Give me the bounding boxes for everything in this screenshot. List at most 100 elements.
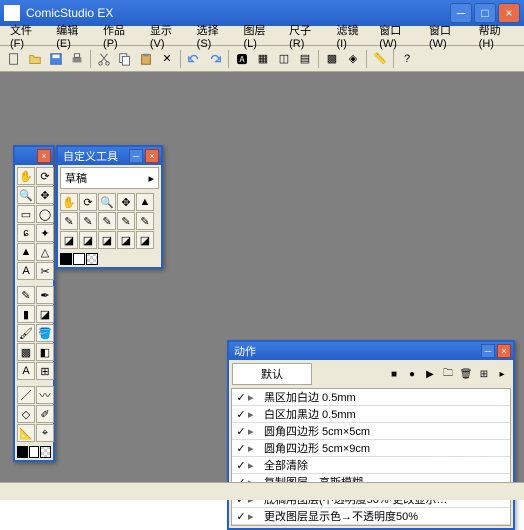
actions-new-icon[interactable]: ⊞: [476, 366, 492, 382]
toolbar-new-icon[interactable]: [4, 49, 24, 69]
tool-arrow-black-icon[interactable]: ▲: [17, 243, 35, 261]
tool-move-icon[interactable]: ✥: [36, 186, 54, 204]
menu-file[interactable]: 文件(F): [4, 20, 50, 52]
menu-help[interactable]: 帮助(H): [473, 20, 520, 52]
tool-marker-icon[interactable]: ▮: [17, 305, 35, 323]
tool-pen-icon[interactable]: ✒: [36, 286, 54, 304]
custom-tools-close[interactable]: ×: [145, 149, 159, 163]
tool-pattern-icon[interactable]: ▩: [17, 343, 35, 361]
ct-arrow-icon[interactable]: ▲: [136, 193, 154, 211]
tool-gradient-icon[interactable]: ◧: [36, 343, 54, 361]
actions-trash-icon[interactable]: 🗑: [458, 366, 474, 382]
action-checkbox-icon[interactable]: ✓: [234, 408, 248, 421]
tool-ruler2-icon[interactable]: 📐: [17, 424, 35, 442]
action-checkbox-icon[interactable]: ✓: [234, 459, 248, 472]
action-row[interactable]: ✓▸圆角四边形 5cm×5cm: [232, 423, 510, 440]
tool-brush-icon[interactable]: 🖌: [17, 324, 35, 342]
ct-eraser4-icon[interactable]: ◪: [117, 231, 135, 249]
tool-hand-icon[interactable]: ✋: [17, 167, 35, 185]
tool-arrow-white-icon[interactable]: △: [36, 243, 54, 261]
tool-eraser-icon[interactable]: ◪: [36, 305, 54, 323]
swatch-black[interactable]: [17, 446, 28, 458]
action-row[interactable]: ✓▸更改图层显示色→不透明度50%: [232, 508, 510, 525]
action-checkbox-icon[interactable]: ✓: [234, 425, 248, 438]
ct-pencil4-icon[interactable]: ✎: [117, 212, 135, 230]
tool-lasso-icon[interactable]: ɕ: [17, 224, 35, 242]
custom-tools-minimize[interactable]: －: [129, 149, 143, 163]
actions-play-icon[interactable]: ▶: [422, 366, 438, 382]
ct-rotate-icon[interactable]: ⟳: [79, 193, 97, 211]
toolbar-btn5[interactable]: ▤: [295, 49, 315, 69]
ct-move-icon[interactable]: ✥: [117, 193, 135, 211]
action-checkbox-icon[interactable]: ✓: [234, 391, 248, 404]
action-row[interactable]: ✓▸黑区加白边 0.5mm: [232, 389, 510, 406]
action-row[interactable]: ✓▸白区加黑边 0.5mm: [232, 406, 510, 423]
toolbar-layers-icon[interactable]: ◫: [274, 49, 294, 69]
tool-zoom-icon[interactable]: 🔍: [17, 186, 35, 204]
toolbar-delete-icon[interactable]: ✕: [157, 49, 177, 69]
actions-menu-icon[interactable]: ▸: [494, 366, 510, 382]
tool-curve-icon[interactable]: 〰: [36, 386, 54, 404]
toolbar-save-icon[interactable]: [46, 49, 66, 69]
tool-line-icon[interactable]: ／: [17, 386, 35, 404]
swatch-transparent[interactable]: [40, 446, 51, 458]
ct-pencil5-icon[interactable]: ✎: [136, 212, 154, 230]
action-checkbox-icon[interactable]: ✓: [234, 510, 248, 523]
toolbar-ruler-icon[interactable]: 📏: [370, 49, 390, 69]
tool-text-icon[interactable]: A: [17, 262, 35, 280]
actions-default-button[interactable]: 默认: [232, 363, 312, 385]
toolbar-paste-icon[interactable]: [136, 49, 156, 69]
tool-pencil-icon[interactable]: ✎: [17, 286, 35, 304]
menu-view[interactable]: 显示(V): [144, 20, 191, 52]
action-expand-icon[interactable]: ▸: [248, 425, 262, 438]
menu-window2[interactable]: 窗口(W): [423, 20, 473, 52]
action-checkbox-icon[interactable]: ✓: [234, 442, 248, 455]
tool-path-icon[interactable]: ✐: [36, 405, 54, 423]
menu-filter[interactable]: 滤镜(I): [331, 20, 374, 52]
actions-close[interactable]: ×: [497, 344, 511, 358]
menu-edit[interactable]: 编辑(E): [50, 20, 97, 52]
tool-shape-icon[interactable]: ◇: [17, 405, 35, 423]
toolbar-help-icon[interactable]: ?: [397, 49, 417, 69]
tool-stamp-icon[interactable]: ⊞: [36, 362, 54, 380]
tool-marquee-ellipse-icon[interactable]: ◯: [36, 205, 54, 223]
tools-panel-close[interactable]: ×: [37, 149, 51, 163]
ct-pencil1-icon[interactable]: ✎: [60, 212, 78, 230]
actions-folder-icon[interactable]: 🗀: [440, 366, 456, 382]
tool-marquee-rect-icon[interactable]: ▭: [17, 205, 35, 223]
tool-wand-icon[interactable]: ✦: [36, 224, 54, 242]
action-expand-icon[interactable]: ▸: [248, 442, 262, 455]
action-expand-icon[interactable]: ▸: [248, 459, 262, 472]
custom-tools-dropdown[interactable]: 草稿 ▸: [60, 167, 159, 189]
tool-rotate-icon[interactable]: ⟳: [36, 167, 54, 185]
menu-window1[interactable]: 窗口(W): [373, 20, 423, 52]
menu-select[interactable]: 选择(S): [191, 20, 238, 52]
menu-layer[interactable]: 图层(L): [237, 20, 283, 52]
menu-ruler[interactable]: 尺子(R): [283, 20, 330, 52]
actions-stop-icon[interactable]: ■: [386, 366, 402, 382]
ct-pencil3-icon[interactable]: ✎: [98, 212, 116, 230]
swatch-white[interactable]: [29, 446, 40, 458]
ct-zoom-icon[interactable]: 🔍: [98, 193, 116, 211]
toolbar-redo-icon[interactable]: [205, 49, 225, 69]
ct-hand-icon[interactable]: ✋: [60, 193, 78, 211]
toolbar-undo-icon[interactable]: [184, 49, 204, 69]
toolbar-open-icon[interactable]: [25, 49, 45, 69]
toolbar-checker-icon[interactable]: ▩: [322, 49, 342, 69]
ct-eraser2-icon[interactable]: ◪: [79, 231, 97, 249]
action-expand-icon[interactable]: ▸: [248, 510, 262, 523]
action-expand-icon[interactable]: ▸: [248, 391, 262, 404]
action-expand-icon[interactable]: ▸: [248, 408, 262, 421]
ct-swatch-transparent[interactable]: [86, 253, 98, 265]
toolbar-cut-icon[interactable]: [94, 49, 114, 69]
tool-bucket-icon[interactable]: 🪣: [36, 324, 54, 342]
toolbar-print-icon[interactable]: [67, 49, 87, 69]
actions-record-icon[interactable]: ●: [404, 366, 420, 382]
ct-pencil2-icon[interactable]: ✎: [79, 212, 97, 230]
menu-works[interactable]: 作品(P): [97, 20, 144, 52]
tool-cut-icon[interactable]: ✂: [36, 262, 54, 280]
toolbar-copy-icon[interactable]: [115, 49, 135, 69]
ct-swatch-black[interactable]: [60, 253, 72, 265]
ct-swatch-white[interactable]: [73, 253, 85, 265]
toolbar-btn7[interactable]: ◈: [343, 49, 363, 69]
